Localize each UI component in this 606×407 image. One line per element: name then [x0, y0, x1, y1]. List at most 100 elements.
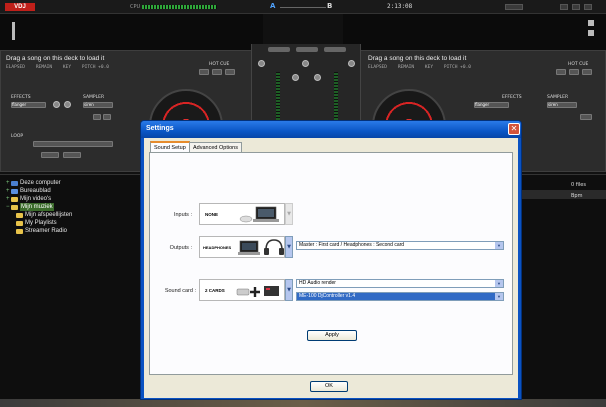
effect-knob-2[interactable]	[64, 101, 71, 108]
meta-pitch: PITCH +0.0	[81, 65, 109, 70]
hot-cue-1-button[interactable]	[556, 69, 566, 75]
meta-key: KEY	[62, 65, 72, 70]
folder-icon	[16, 228, 23, 234]
chevron-down-icon: ▼	[285, 203, 293, 225]
close-app-button[interactable]	[584, 4, 592, 10]
sampler-label: SAMPLER	[83, 95, 105, 100]
deck-right-title: Drag a song on this deck to load it	[368, 55, 467, 62]
chevron-down-icon[interactable]: ▼	[285, 236, 293, 258]
outputs-select-value: Master : First card / Headphones : Secon…	[299, 242, 405, 248]
folder-icon	[11, 196, 18, 202]
hot-cue-3-button[interactable]	[582, 69, 592, 75]
headphones-laptop-icon	[238, 239, 284, 255]
tree-item-label: My Playlists	[25, 220, 57, 226]
chevron-down-icon[interactable]: ▼	[285, 279, 293, 301]
settings-title: Settings	[146, 125, 174, 132]
tree-item-mijn-videos[interactable]: + Mijn video's	[6, 195, 72, 203]
hot-cue-2-button[interactable]	[569, 69, 579, 75]
tree-item-my-playlists[interactable]: My Playlists	[6, 219, 72, 227]
soundcard-select-2-value: ME-100 DjController v1.4	[299, 293, 356, 299]
bpm-column-header[interactable]: Bpm	[571, 193, 582, 199]
effects-select[interactable]: flanger	[474, 102, 509, 108]
ok-button[interactable]: OK	[310, 381, 348, 392]
tree-item-label: Streamer Radio	[25, 228, 68, 234]
sampler-select[interactable]: siren	[547, 102, 577, 108]
loop-length-buttons[interactable]	[33, 141, 113, 147]
effects-select[interactable]: flanger	[11, 102, 46, 108]
mixer-tab-1[interactable]	[268, 47, 290, 52]
tree-item-label: Mijn video's	[20, 196, 52, 202]
chevron-down-icon[interactable]: ▼	[495, 280, 503, 287]
tab-sound-setup[interactable]: Sound Setup	[150, 141, 190, 152]
loop-label: LOOP	[11, 134, 24, 139]
laptop-icon	[239, 206, 279, 223]
waveform-left	[0, 14, 263, 50]
close-icon[interactable]: ✕	[508, 123, 520, 135]
meta-elapsed: ELAPSED	[368, 65, 387, 70]
eq-high-left[interactable]	[292, 74, 299, 81]
gain-knob-right[interactable]	[348, 60, 355, 67]
waveform-cursor	[588, 20, 594, 26]
maximize-button[interactable]	[572, 4, 580, 10]
apply-button[interactable]: Apply	[307, 330, 357, 341]
deck-right-meta: ELAPSED REMAIN KEY PITCH +0.0	[368, 65, 471, 70]
hot-cue-label: HOT CUE	[209, 62, 230, 67]
config-button[interactable]	[505, 4, 523, 10]
hot-cue-1-button[interactable]	[199, 69, 209, 75]
hot-cue-label: HOT CUE	[568, 62, 589, 67]
inputs-device-name: NONE	[205, 212, 219, 217]
deck-left-title: Drag a song on this deck to load it	[6, 55, 105, 62]
loop-in-button[interactable]	[41, 152, 59, 158]
inputs-label: Inputs :	[173, 212, 192, 218]
master-knob[interactable]	[302, 60, 309, 67]
tree-item-mijn-afspeellijsten[interactable]: Mijn afspeellijsten	[6, 211, 72, 219]
clock: 2:13:08	[387, 3, 413, 10]
sampler-label: SAMPLER	[547, 95, 569, 100]
loop-out-button[interactable]	[63, 152, 81, 158]
files-count: 0 files	[571, 182, 586, 188]
sampler-rec-button[interactable]	[103, 114, 111, 120]
meta-pitch: PITCH +0.0	[443, 65, 471, 70]
outputs-label: Outputs :	[169, 245, 192, 251]
chevron-down-icon[interactable]: ▼	[495, 242, 503, 249]
crossfader-deck-a: A	[270, 2, 276, 10]
outputs-device-picker[interactable]: HEADPHONES	[199, 236, 285, 258]
soundcard-select-1-value: HD Audio render	[299, 280, 336, 286]
tree-item-mijn-muziek[interactable]: − Mijn muziek	[6, 203, 72, 211]
sampler-select[interactable]: siren	[83, 102, 113, 108]
chevron-down-icon[interactable]: ▼	[495, 293, 503, 300]
file-list-header	[520, 190, 606, 199]
cpu-label: CPU	[130, 4, 141, 10]
tree-item-label: Bureaublad	[20, 188, 51, 194]
effects-label: EFFECTS	[502, 95, 522, 100]
outputs-device-name: HEADPHONES	[203, 245, 232, 250]
effect-knob-1[interactable]	[53, 101, 60, 108]
settings-titlebar[interactable]: Settings ✕	[141, 121, 521, 138]
minimize-button[interactable]	[560, 4, 568, 10]
soundcard-device-picker[interactable]: 2 CARDS	[199, 279, 285, 301]
tree-item-deze-computer[interactable]: + Deze computer	[6, 179, 72, 187]
top-bar: VDJ CPU A B 2:13:08	[0, 0, 606, 14]
sampler-play-button[interactable]	[93, 114, 101, 120]
outputs-select[interactable]: Master : First card / Headphones : Secon…	[296, 241, 504, 250]
sampler-play-button[interactable]	[580, 114, 592, 120]
folder-icon	[16, 220, 23, 226]
inputs-device-picker[interactable]: NONE	[199, 203, 285, 225]
tree-item-bureaublad[interactable]: + Bureaublad	[6, 187, 72, 195]
soundcard-select-2[interactable]: ME-100 DjController v1.4 ▼	[296, 292, 504, 301]
crossfader-track	[280, 7, 326, 8]
gain-knob-left[interactable]	[258, 60, 265, 67]
tab-advanced-options[interactable]: Advanced Options	[189, 142, 242, 152]
folder-icon	[11, 204, 18, 210]
mixer-tab-3[interactable]	[324, 47, 346, 52]
meta-key: KEY	[424, 65, 434, 70]
effects-label: EFFECTS	[11, 95, 31, 100]
eq-high-right[interactable]	[314, 74, 321, 81]
tree-item-streamer-radio[interactable]: Streamer Radio	[6, 227, 72, 235]
computer-icon	[11, 180, 18, 186]
soundcard-select-1[interactable]: HD Audio render ▼	[296, 279, 504, 288]
hot-cue-3-button[interactable]	[225, 69, 235, 75]
desktop-icon	[11, 188, 18, 194]
hot-cue-2-button[interactable]	[212, 69, 222, 75]
mixer-tab-2[interactable]	[296, 47, 318, 52]
